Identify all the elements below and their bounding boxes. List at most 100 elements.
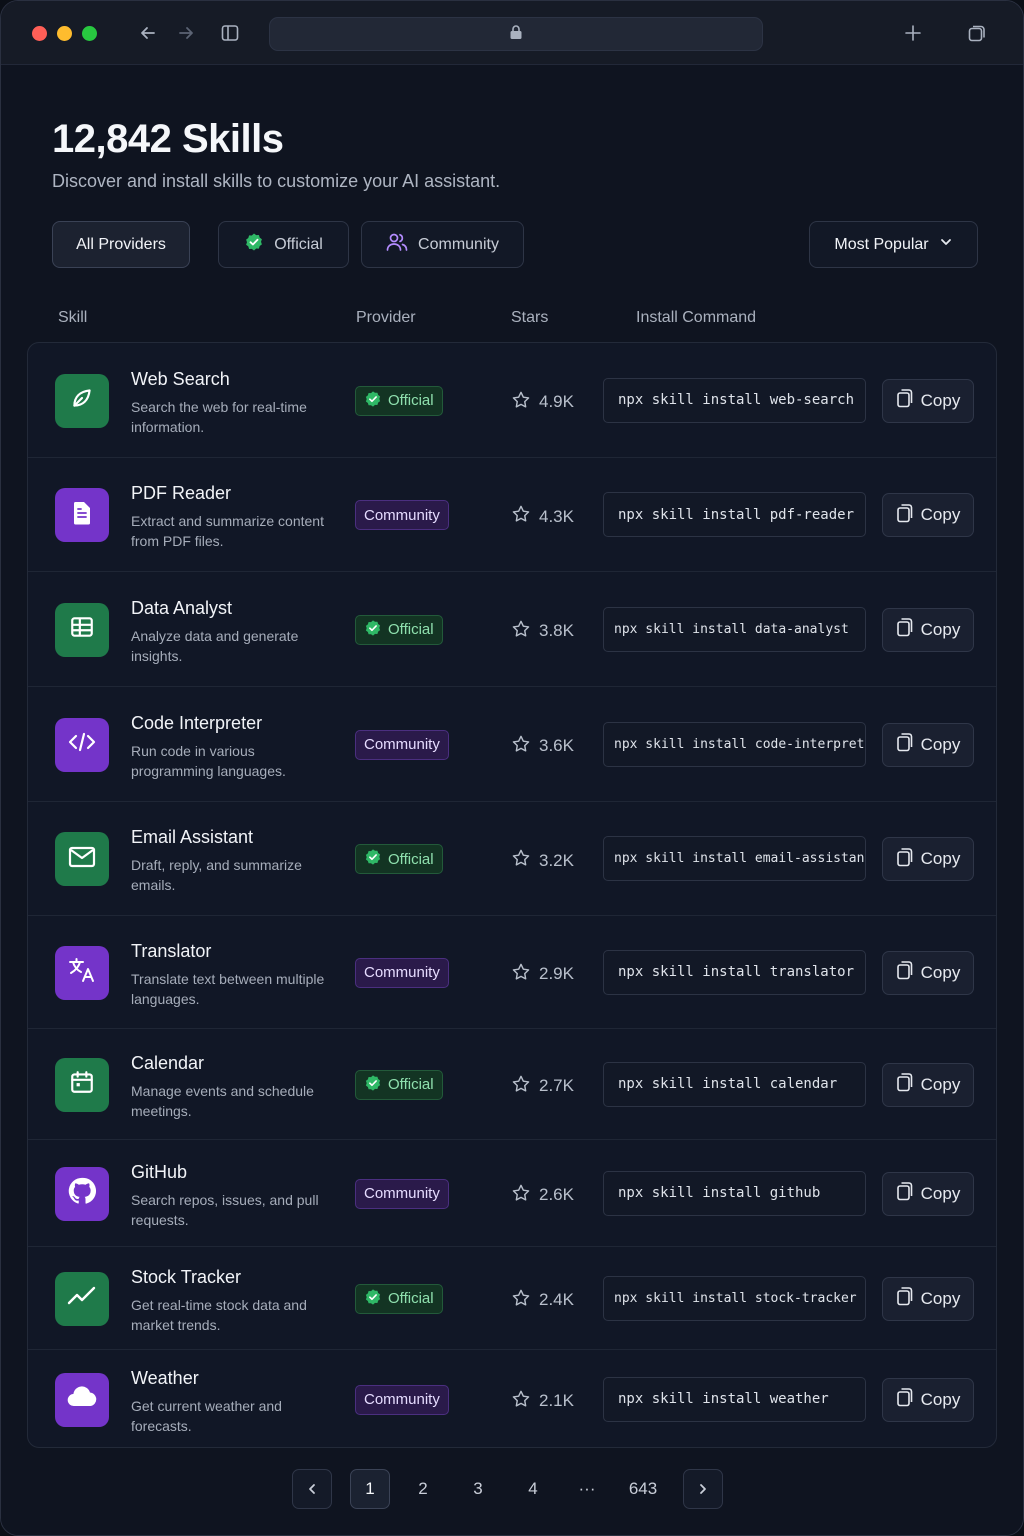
- install-command[interactable]: npx skill install data-analyst: [603, 606, 866, 652]
- skill-name[interactable]: Calendar: [131, 1053, 204, 1074]
- star-icon: [511, 962, 531, 987]
- skill-description: Analyze data and generate insights.: [131, 627, 299, 664]
- page-last-button[interactable]: 643: [623, 1469, 663, 1509]
- verified-badge-icon: [364, 1288, 382, 1310]
- maximize-window-button[interactable]: [82, 26, 97, 41]
- provider-label: Official: [388, 1290, 434, 1307]
- star-count: 2.9K: [511, 962, 574, 987]
- copy-icon: [896, 847, 914, 872]
- page-4-button[interactable]: 4: [513, 1469, 553, 1509]
- skill-icon: [55, 832, 109, 886]
- copy-button[interactable]: Copy: [882, 607, 974, 652]
- sort-label: Most Popular: [834, 235, 929, 253]
- browser-toolbar: [1, 1, 1023, 65]
- install-command[interactable]: npx skill install github: [603, 1170, 866, 1216]
- install-command[interactable]: npx skill install email-assistant: [603, 836, 866, 881]
- skill-name[interactable]: Weather: [131, 1368, 199, 1389]
- forward-icon[interactable]: [174, 21, 198, 45]
- next-page-button[interactable]: [683, 1469, 723, 1509]
- sidebar-toggle-icon[interactable]: [218, 21, 242, 45]
- skill-row[interactable]: PDF Reader Extract and summarize content…: [28, 458, 996, 572]
- skill-icon: [55, 1271, 109, 1326]
- skill-row[interactable]: Weather Get current weather and forecast…: [28, 1350, 996, 1447]
- skill-name[interactable]: GitHub: [131, 1162, 187, 1183]
- star-count: 2.4K: [511, 1288, 574, 1313]
- skill-description: Extract and summarize content from PDF f…: [131, 513, 324, 549]
- star-count: 2.6K: [511, 1183, 574, 1208]
- provider-badge: Official: [355, 844, 443, 874]
- skill-name[interactable]: PDF Reader: [131, 483, 231, 504]
- provider-label: Community: [364, 964, 440, 981]
- star-icon: [511, 734, 531, 759]
- new-tab-icon[interactable]: [901, 21, 925, 45]
- copy-button[interactable]: Copy: [882, 1276, 974, 1321]
- skill-icon: [55, 717, 109, 772]
- skill-name[interactable]: Email Assistant: [131, 827, 253, 848]
- minimize-window-button[interactable]: [57, 26, 72, 41]
- skill-row[interactable]: Stock Tracker Get real-time stock data a…: [28, 1247, 996, 1350]
- skill-name[interactable]: Data Analyst: [131, 598, 232, 619]
- star-count-value: 4.9K: [539, 392, 574, 411]
- filter-community[interactable]: Community: [361, 221, 524, 268]
- skill-name[interactable]: Translator: [131, 941, 211, 962]
- install-command[interactable]: npx skill install weather: [603, 1376, 866, 1422]
- back-icon[interactable]: [136, 21, 160, 45]
- filter-all-providers[interactable]: All Providers: [52, 221, 190, 268]
- skill-row[interactable]: Email Assistant Draft, reply, and summar…: [28, 802, 996, 916]
- skill-row[interactable]: Code Interpreter Run code in various pro…: [28, 687, 996, 802]
- skill-description: Search the web for real-time information…: [131, 398, 307, 435]
- column-header-stars: Stars: [511, 309, 549, 326]
- copy-icon: [896, 617, 914, 642]
- install-command[interactable]: npx skill install code-interpreter: [603, 721, 866, 767]
- page-title: 12,842 Skills: [52, 117, 284, 161]
- skill-name[interactable]: Stock Tracker: [131, 1267, 241, 1288]
- filter-official[interactable]: Official: [218, 221, 349, 268]
- page-2-button[interactable]: 2: [403, 1469, 443, 1509]
- install-command[interactable]: npx skill install translator: [603, 949, 866, 995]
- browser-window: 12,842 Skills Discover and install skill…: [0, 0, 1024, 1536]
- provider-label: Official: [388, 621, 434, 638]
- skill-row[interactable]: Web Search Search the web for real-time …: [28, 343, 996, 458]
- copy-button[interactable]: Copy: [882, 837, 974, 881]
- tabs-overview-icon[interactable]: [965, 21, 989, 45]
- install-command[interactable]: npx skill install stock-tracker: [603, 1275, 866, 1321]
- prev-page-button[interactable]: [292, 1469, 332, 1509]
- copy-button[interactable]: Copy: [882, 1377, 974, 1422]
- skill-row[interactable]: Calendar Manage events and schedule meet…: [28, 1029, 996, 1140]
- mail-icon: [68, 845, 96, 874]
- install-command[interactable]: npx skill install pdf-reader: [603, 492, 866, 537]
- skill-icon: [55, 488, 109, 542]
- page-3-button[interactable]: 3: [458, 1469, 498, 1509]
- calendar-icon: [69, 1069, 95, 1100]
- close-window-button[interactable]: [32, 26, 47, 41]
- copy-button[interactable]: Copy: [882, 1062, 974, 1107]
- copy-button[interactable]: Copy: [882, 722, 974, 767]
- filter-official-label: Official: [274, 235, 323, 253]
- copy-label: Copy: [920, 1288, 961, 1308]
- copy-button[interactable]: Copy: [882, 378, 974, 423]
- copy-button[interactable]: Copy: [882, 493, 974, 537]
- install-command[interactable]: npx skill install calendar: [603, 1061, 866, 1107]
- copy-icon: [896, 388, 914, 413]
- copy-label: Copy: [920, 390, 961, 410]
- skill-name[interactable]: Code Interpreter: [131, 713, 262, 734]
- copy-button[interactable]: Copy: [882, 950, 974, 995]
- lock-icon: [509, 24, 523, 45]
- skill-row[interactable]: Data Analyst Analyze data and generate i…: [28, 572, 996, 687]
- leaf-icon: [69, 385, 95, 416]
- install-command[interactable]: npx skill install web-search: [603, 377, 866, 423]
- sort-dropdown[interactable]: Most Popular: [809, 221, 978, 268]
- address-bar[interactable]: [269, 17, 763, 51]
- skill-name[interactable]: Web Search: [131, 369, 230, 390]
- skill-row[interactable]: Translator Translate text between multip…: [28, 916, 996, 1029]
- page-1-button[interactable]: 1: [350, 1469, 390, 1509]
- copy-label: Copy: [920, 1183, 961, 1203]
- skill-description: Search repos, issues, and pull requests.: [131, 1191, 319, 1228]
- copy-label: Copy: [920, 1389, 961, 1409]
- star-icon: [511, 848, 531, 873]
- star-count-value: 3.8K: [539, 621, 574, 640]
- star-count-value: 2.9K: [539, 964, 574, 983]
- skill-description: Run code in various programming language…: [131, 742, 286, 779]
- skill-row[interactable]: GitHub Search repos, issues, and pull re…: [28, 1140, 996, 1247]
- copy-button[interactable]: Copy: [882, 1171, 974, 1216]
